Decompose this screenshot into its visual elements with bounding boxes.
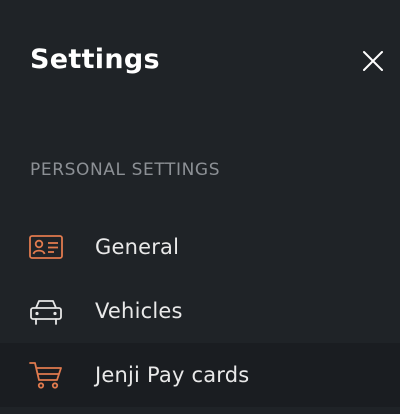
menu-item-label: General bbox=[95, 235, 180, 259]
shopping-cart-icon bbox=[29, 362, 62, 389]
close-icon bbox=[363, 51, 383, 71]
page-title: Settings bbox=[30, 44, 160, 75]
menu-item-general[interactable]: General bbox=[0, 215, 400, 279]
id-card-icon bbox=[29, 235, 63, 259]
menu-item-label: Vehicles bbox=[95, 299, 183, 323]
settings-panel: Settings PERSONAL SETTINGS General Vehic… bbox=[0, 0, 400, 414]
menu-item-jenji-pay-cards[interactable]: Jenji Pay cards bbox=[0, 343, 400, 407]
close-button[interactable] bbox=[356, 44, 390, 78]
menu-item-vehicles[interactable]: Vehicles bbox=[0, 279, 400, 343]
section-label: PERSONAL SETTINGS bbox=[30, 160, 221, 180]
car-icon bbox=[30, 300, 62, 325]
menu-item-label: Jenji Pay cards bbox=[95, 363, 250, 387]
